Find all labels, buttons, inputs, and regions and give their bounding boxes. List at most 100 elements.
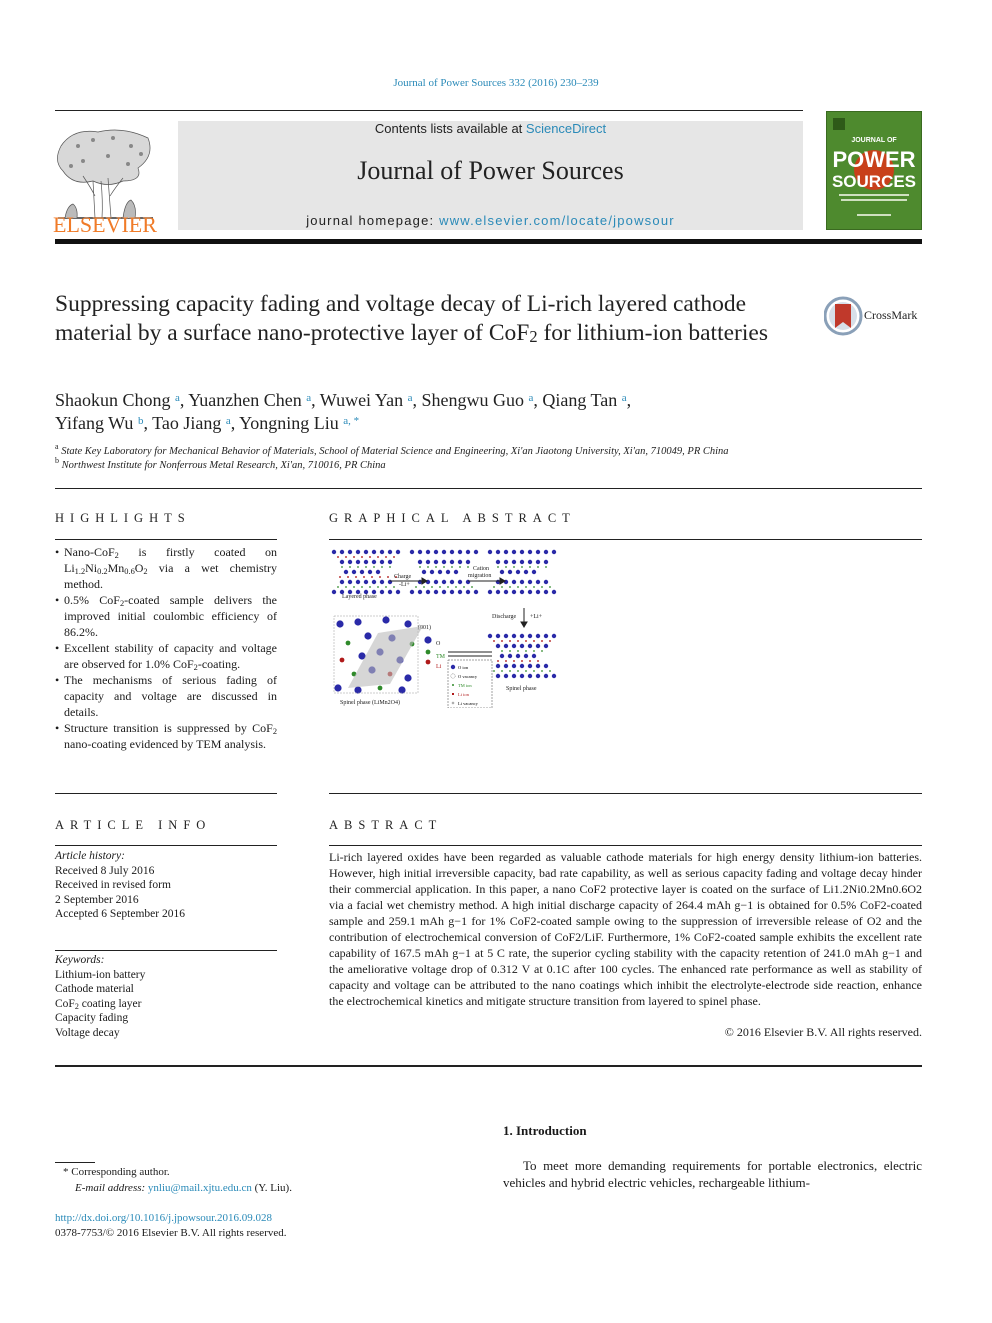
ga-atom: [519, 673, 525, 679]
author[interactable]: Shaokun Chong a,: [55, 390, 188, 410]
author[interactable]: Shengwu Guo a,: [421, 390, 542, 410]
ga-atom: [417, 549, 423, 555]
ga-atom: [353, 556, 355, 558]
author-list: Shaokun Chong a, Yuanzhen Chen a, Wuwei …: [55, 389, 815, 435]
ga-atom: [385, 586, 387, 588]
ga-atom: [543, 559, 549, 565]
crossmark-badge[interactable]: CrossMark: [824, 296, 924, 336]
keyword[interactable]: Voltage decay: [55, 1026, 145, 1041]
ga-atom: [507, 569, 513, 575]
ga-atom: [379, 579, 385, 585]
ga-atom: [503, 559, 509, 565]
ga-atom: [423, 586, 425, 588]
ga-atom: [337, 556, 339, 558]
ga-atom: [393, 586, 395, 588]
ga-atom: [337, 586, 339, 588]
graphical-abstract-figure[interactable]: Layered phase Charge -Li+ Cation migrati…: [328, 548, 560, 708]
ga-atom: [523, 653, 529, 659]
ga-atom: [375, 569, 381, 575]
ga-legend-item: O ion: [458, 665, 469, 670]
ga-atom: [404, 674, 412, 682]
abstract-rule: [329, 845, 922, 846]
doi-link[interactable]: http://dx.doi.org/10.1016/j.jpowsour.201…: [55, 1211, 272, 1226]
keyword[interactable]: CoF2 coating layer: [55, 997, 145, 1012]
author[interactable]: Yuanzhen Chen a,: [188, 390, 320, 410]
ga-atom: [465, 589, 471, 595]
ga-atom: [519, 643, 525, 649]
ga-atom: [523, 569, 529, 575]
homepage-link[interactable]: www.elsevier.com/locate/jpowsour: [439, 213, 675, 228]
keyword[interactable]: Cathode material: [55, 982, 145, 997]
ga-atom: [497, 566, 499, 568]
ga-atom: [535, 673, 541, 679]
journal-citation[interactable]: Journal of Power Sources 332 (2016) 230–…: [0, 77, 992, 89]
ga-atom: [361, 586, 363, 588]
ga-atom: [363, 549, 369, 555]
ga-atom: [441, 559, 447, 565]
keyword[interactable]: Lithium-ion battery: [55, 968, 145, 983]
keyword[interactable]: Capacity fading: [55, 1011, 145, 1026]
ga-atom: [433, 559, 439, 565]
ga-atom: [495, 589, 501, 595]
ga-atom: [533, 586, 535, 588]
ga-atom: [533, 650, 535, 652]
ga-atom: [387, 576, 389, 578]
graphical-abstract-rule: [329, 539, 922, 540]
keywords-rule: [55, 950, 277, 951]
affiliation: b Northwest Institute for Nonferrous Met…: [55, 456, 386, 472]
email-link[interactable]: ynliu@mail.xjtu.edu.cn: [148, 1182, 252, 1194]
ga-atom: [493, 670, 495, 672]
ga-atom: [499, 653, 505, 659]
ga-atom: [495, 633, 501, 639]
ga-atom: [409, 549, 415, 555]
ga-atom: [529, 566, 531, 568]
ga-atom: [517, 670, 519, 672]
ga-atom: [463, 586, 465, 588]
journal-title: Journal of Power Sources: [357, 156, 624, 185]
ga-atom: [409, 589, 415, 595]
ga-atom: [549, 670, 551, 672]
ga-legend-tm: TM: [436, 654, 446, 660]
ga-spinel-cell: [333, 615, 423, 694]
ga-atom: [527, 559, 533, 565]
ga-atom: [433, 579, 439, 585]
ga-atom: [377, 685, 383, 691]
ga-atom: [493, 640, 495, 642]
ga-atom: [543, 673, 549, 679]
ga-atom: [507, 653, 513, 659]
ga-atom: [425, 649, 431, 655]
ga-atom: [379, 589, 385, 595]
author[interactable]: Yifang Wu b,: [55, 413, 152, 433]
ga-atom: [359, 569, 365, 575]
ga-atom: [379, 559, 385, 565]
ga-atom: [449, 579, 455, 585]
author[interactable]: Wuwei Yan a,: [320, 390, 422, 410]
ga-atom: [341, 566, 343, 568]
issn-copyright: 0378-7753/© 2016 Elsevier B.V. All right…: [55, 1227, 287, 1239]
introduction-heading: 1. Introduction: [503, 1123, 587, 1138]
ga-atom: [541, 586, 543, 588]
ga-atom: [517, 586, 519, 588]
author[interactable]: Tao Jiang a,: [152, 413, 239, 433]
ga-atom: [453, 569, 459, 575]
author[interactable]: Qiang Tan a,: [542, 390, 631, 410]
ga-atom: [533, 670, 535, 672]
ga-atom: [387, 589, 393, 595]
ga-atom: [369, 586, 371, 588]
journal-cover[interactable]: JOURNAL OF POWER SOURCES: [826, 111, 922, 230]
ga-atom: [511, 633, 517, 639]
author[interactable]: Yongning Liu a, *: [239, 413, 359, 433]
ga-atom: [525, 650, 527, 652]
ga-atom: [541, 670, 543, 672]
highlight-item: Structure transition is suppressed by Co…: [55, 720, 277, 752]
ga-atom: [417, 589, 423, 595]
ga-atom: [441, 549, 447, 555]
highlight-item: 0.5% CoF2-coated sample delivers the imp…: [55, 592, 277, 640]
ga-atom: [417, 559, 423, 565]
ga-atom: [535, 633, 541, 639]
ga-atom: [339, 657, 345, 663]
ga-atom: [517, 640, 519, 642]
ga-atom: [495, 663, 501, 669]
article-history: Article history: Received 8 July 2016 Re…: [55, 849, 185, 922]
sciencedirect-link[interactable]: ScienceDirect: [526, 121, 606, 136]
